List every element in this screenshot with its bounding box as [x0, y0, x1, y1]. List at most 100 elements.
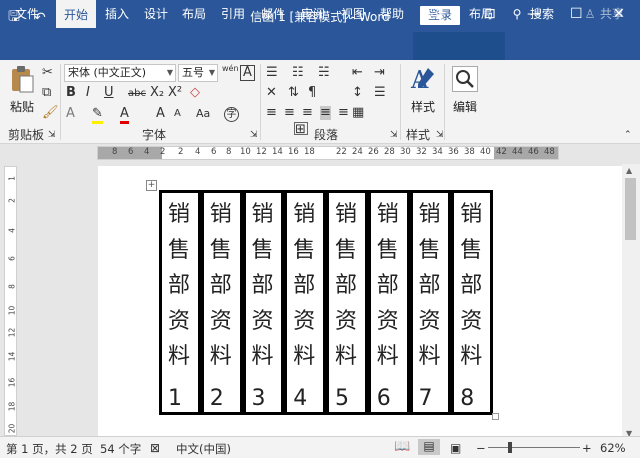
language-status[interactable]: 中文(中国)	[176, 441, 231, 457]
cut-icon[interactable]: ✂	[42, 66, 53, 80]
enclose-characters-icon[interactable]: 字	[224, 107, 239, 122]
styles-label: 样式	[410, 100, 435, 114]
chevron-down-icon: ▼	[208, 68, 215, 77]
borders-icon[interactable]: ⊞	[294, 122, 308, 137]
table-cell[interactable]: 销售部资料 1	[162, 193, 204, 412]
zoom-slider[interactable]	[488, 447, 580, 448]
tab-home[interactable]: 开始	[56, 0, 96, 28]
phonetic-guide-icon[interactable]: wén	[222, 62, 239, 76]
copy-icon[interactable]: ⧉	[42, 86, 51, 100]
increase-indent-icon[interactable]: ⇥	[374, 66, 385, 80]
label-table[interactable]: 销售部资料 1 销售部资料 2 销售部资料 3 销售部资料 4 销售部资料 5 …	[159, 190, 493, 415]
change-case-icon[interactable]: Aa	[196, 107, 210, 121]
tab-table-design[interactable]: 设计	[416, 0, 452, 28]
editing-button[interactable]: 编辑	[448, 64, 482, 120]
justify-icon[interactable]: ≡	[320, 106, 331, 120]
clear-formatting-icon[interactable]: ◇	[190, 86, 200, 100]
grow-font-icon[interactable]: A	[156, 107, 165, 121]
share-icon[interactable]: ♙	[584, 0, 596, 28]
vertical-scrollbar[interactable]: ▲ ▼	[622, 164, 640, 440]
show-marks-icon[interactable]: ¶	[308, 86, 316, 100]
sort-icon[interactable]: ⇅	[288, 86, 299, 100]
scrollbar-thumb[interactable]	[625, 178, 636, 240]
zoom-slider-thumb[interactable]	[508, 442, 512, 453]
font-size-combo[interactable]: 五号 ▼	[178, 64, 218, 82]
highlight-icon[interactable]: ✎	[92, 107, 103, 124]
decrease-indent-icon[interactable]: ⇤	[352, 66, 363, 80]
ruler-tick: 30	[400, 147, 411, 157]
tab-mailings[interactable]: 邮件	[254, 0, 292, 28]
table-cell[interactable]: 销售部资料 2	[204, 193, 246, 412]
paragraph-spacing-icon[interactable]: ☰	[374, 86, 386, 100]
table-cell[interactable]: 销售部资料 4	[287, 193, 329, 412]
align-right-icon[interactable]: ≡	[302, 106, 313, 120]
tab-table-layout[interactable]: 布局	[460, 0, 502, 28]
clipboard-launcher-icon[interactable]: ⇲	[48, 128, 56, 142]
proofing-icon[interactable]: ⊠	[150, 441, 160, 455]
paragraph-group-label: 段落	[314, 128, 339, 142]
ruler-tick: 8	[112, 147, 118, 157]
superscript-button[interactable]: X²	[168, 86, 182, 100]
subscript-button[interactable]: X₂	[150, 86, 164, 100]
italic-button[interactable]: I	[86, 86, 90, 100]
table-cell[interactable]: 销售部资料 5	[329, 193, 371, 412]
scroll-up-icon[interactable]: ▲	[626, 166, 632, 175]
tab-references[interactable]: 引用	[214, 0, 252, 28]
font-launcher-icon[interactable]: ⇲	[250, 128, 258, 142]
print-layout-icon[interactable]: ▤	[418, 439, 440, 455]
table-cell[interactable]: 销售部资料 8	[454, 193, 490, 412]
format-painter-icon[interactable]: 🖌	[42, 106, 59, 120]
web-layout-icon[interactable]: ▣	[450, 441, 461, 455]
distributed-icon[interactable]: ≡	[338, 106, 349, 120]
tab-layout[interactable]: 布局	[176, 0, 212, 28]
paste-button[interactable]: 粘贴	[8, 64, 36, 118]
styles-button[interactable]: A 样式	[406, 64, 440, 120]
read-mode-icon[interactable]: 📖	[394, 439, 410, 454]
search-label[interactable]: 搜索	[528, 0, 556, 28]
align-center-icon[interactable]: ≡	[284, 106, 295, 120]
underline-button[interactable]: U	[104, 86, 114, 100]
vertical-ruler[interactable]	[4, 166, 17, 436]
ruler-tick: 42	[496, 147, 507, 157]
tab-review[interactable]: 审阅	[294, 0, 332, 28]
shrink-font-icon[interactable]: A	[174, 107, 181, 121]
share-label[interactable]: 共享	[598, 0, 626, 28]
numbering-icon[interactable]: ☷	[292, 66, 304, 80]
zoom-in-button[interactable]: +	[582, 441, 592, 455]
table-move-handle[interactable]: +	[146, 180, 157, 191]
page-count[interactable]: 第 1 页，共 2 页	[6, 441, 93, 457]
table-resize-handle[interactable]	[492, 413, 499, 420]
line-spacing-icon[interactable]: ↕	[352, 86, 363, 100]
styles-launcher-icon[interactable]: ⇲	[436, 128, 444, 142]
tab-view[interactable]: 视图	[334, 0, 372, 28]
strikethrough-button[interactable]: abc	[128, 87, 146, 101]
character-border-icon[interactable]: A	[240, 65, 255, 81]
search-icon[interactable]: ⚲	[510, 0, 524, 28]
bullets-icon[interactable]: ☰	[266, 66, 278, 80]
bold-button[interactable]: B	[66, 86, 76, 100]
ruler-tick: 12	[7, 327, 17, 338]
tab-help[interactable]: 帮助	[374, 0, 410, 28]
table-cell[interactable]: 销售部资料 6	[371, 193, 413, 412]
ribbon: 粘贴 ✂ ⧉ 🖌 剪贴板 ⇲ 宋体 (中文正文) ▼ 五号 ▼ wén A B I …	[0, 60, 640, 144]
chinese-layout-icon[interactable]: ✕	[266, 86, 277, 100]
multilevel-list-icon[interactable]: ☵	[318, 66, 330, 80]
table-cell[interactable]: 销售部资料 7	[413, 193, 455, 412]
table-cell[interactable]: 销售部资料 3	[246, 193, 288, 412]
align-left-icon[interactable]: ≡	[266, 106, 277, 120]
text-effects-icon[interactable]: A	[66, 107, 75, 121]
tab-file[interactable]: 文件	[6, 0, 48, 28]
collapse-ribbon-icon[interactable]: ⌃	[624, 128, 632, 142]
font-color-button[interactable]: A	[120, 107, 129, 124]
ruler-tick: 48	[544, 147, 555, 157]
paragraph-launcher-icon[interactable]: ⇲	[390, 128, 398, 142]
status-bar: 第 1 页，共 2 页 54 个字 ⊠ 中文(中国) 📖 ▤ ▣ − + 62%	[0, 436, 640, 458]
maximize-icon[interactable]: ☐	[570, 6, 583, 22]
zoom-out-button[interactable]: −	[476, 441, 486, 455]
tab-design[interactable]: 设计	[138, 0, 174, 28]
zoom-level[interactable]: 62%	[600, 441, 626, 455]
word-count[interactable]: 54 个字	[100, 441, 141, 457]
font-name-combo[interactable]: 宋体 (中文正文) ▼	[64, 64, 176, 82]
shading-icon[interactable]: ▦	[352, 106, 364, 120]
tab-insert[interactable]: 插入	[98, 0, 136, 28]
